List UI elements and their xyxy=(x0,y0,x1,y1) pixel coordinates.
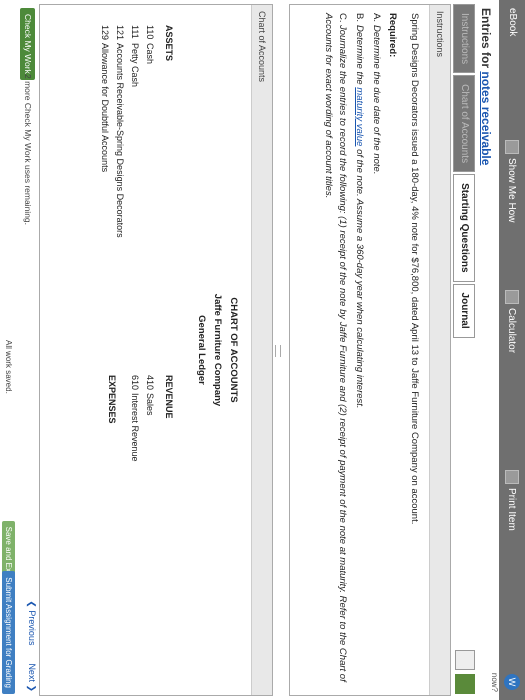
requirement-b: B.Determine the maturity value of the no… xyxy=(354,13,365,409)
account-row: 121Accounts Receivable-Spring Designs De… xyxy=(115,25,125,238)
calculator-icon xyxy=(505,290,519,304)
problem-statement: Spring Designs Decorators issued a 180-d… xyxy=(409,13,420,525)
instructions-header: Instructions xyxy=(429,5,450,695)
pane-splitter-handle[interactable] xyxy=(275,345,281,357)
show-me-how-button[interactable]: Show Me How xyxy=(505,140,519,222)
print-icon xyxy=(505,470,519,484)
show-me-how-label: Show Me How xyxy=(506,158,518,223)
tab-journal[interactable]: Journal xyxy=(453,283,475,338)
previous-label: Previous xyxy=(27,610,37,646)
previous-button[interactable]: ❮ Previous xyxy=(26,600,37,645)
tab-instructions[interactable]: Instructions xyxy=(453,4,475,74)
badge-caption: now? xyxy=(490,672,499,692)
tab-chart-of-accounts[interactable]: Chart of Accounts xyxy=(453,75,475,173)
account-row: 110Cash xyxy=(145,25,155,65)
next-button[interactable]: Next ❯ xyxy=(26,663,37,692)
calculator-button[interactable]: Calculator xyxy=(505,290,519,353)
split-pane-icon[interactable] xyxy=(455,674,475,694)
revenue-expense-column: REVENUE 410Sales 610Interest Revenue EXP… xyxy=(100,375,176,462)
print-item-button[interactable]: Print Item xyxy=(505,470,519,531)
print-item-label: Print Item xyxy=(506,488,518,531)
coa-title: CHART OF ACCOUNTS xyxy=(228,297,239,403)
video-icon xyxy=(505,140,519,154)
required-heading: Required: xyxy=(387,13,398,58)
assets-heading: ASSETS xyxy=(164,25,174,62)
requirement-c: C.Journalize the entries to record the f… xyxy=(323,13,348,682)
pager: ❮ Previous Next ❯ xyxy=(26,600,37,692)
notification-badge[interactable]: W xyxy=(504,674,520,690)
chart-of-accounts-panel: Chart of Accounts CHART OF ACCOUNTS Jaff… xyxy=(39,4,273,696)
submit-assignment-button[interactable]: Submit Assignment for Grading xyxy=(2,571,15,694)
save-status: All work saved. xyxy=(4,340,13,394)
requirements-list: A.Determine the due date of the note. B.… xyxy=(321,13,383,687)
check-bar: Check My Work 2 more Check My Work uses … xyxy=(15,0,37,700)
instructions-panel: Instructions Spring Designs Decorators i… xyxy=(289,4,451,696)
account-row: 610Interest Revenue xyxy=(130,375,140,462)
requirement-a: A.Determine the due date of the note. xyxy=(371,13,382,175)
title-prefix: Entries for xyxy=(479,8,493,72)
ledger-name: General Ledger xyxy=(196,315,207,385)
single-pane-icon[interactable] xyxy=(455,650,475,670)
assets-column: ASSETS 110Cash 111Petty Cash 121Accounts… xyxy=(97,25,176,238)
chart-of-accounts-header: Chart of Accounts xyxy=(251,5,272,695)
check-remaining-text: 2 more Check My Work uses remaining. xyxy=(23,74,33,226)
maturity-value-link[interactable]: maturity value xyxy=(354,87,365,146)
ebook-link[interactable]: eBook xyxy=(507,8,518,36)
account-row: 129Allowance for Doubtful Accounts xyxy=(100,25,110,173)
page-title: Entries for notes receivable xyxy=(479,8,493,165)
notes-receivable-link[interactable]: notes receivable xyxy=(479,71,493,165)
view-tools xyxy=(455,650,475,694)
revenue-heading: REVENUE xyxy=(164,375,174,419)
calculator-label: Calculator xyxy=(506,308,518,354)
next-label: Next xyxy=(27,663,37,682)
footer-bar: All work saved. Save and Exit Submit Ass… xyxy=(0,0,15,700)
company-name: Jaffe Furniture Company xyxy=(212,293,223,407)
check-my-work-button[interactable]: Check My Work xyxy=(20,8,35,80)
app-screen: eBook Show Me How Calculator Print Item … xyxy=(0,0,525,700)
tab-starting-questions[interactable]: Starting Questions xyxy=(453,174,475,282)
account-row: 111Petty Cash xyxy=(130,25,140,88)
expenses-heading: EXPENSES xyxy=(107,375,117,424)
tab-bar: Instructions Chart of Accounts Starting … xyxy=(453,4,475,338)
top-toolbar: eBook Show Me How Calculator Print Item … xyxy=(499,0,525,700)
account-row: 410Sales xyxy=(145,375,155,416)
